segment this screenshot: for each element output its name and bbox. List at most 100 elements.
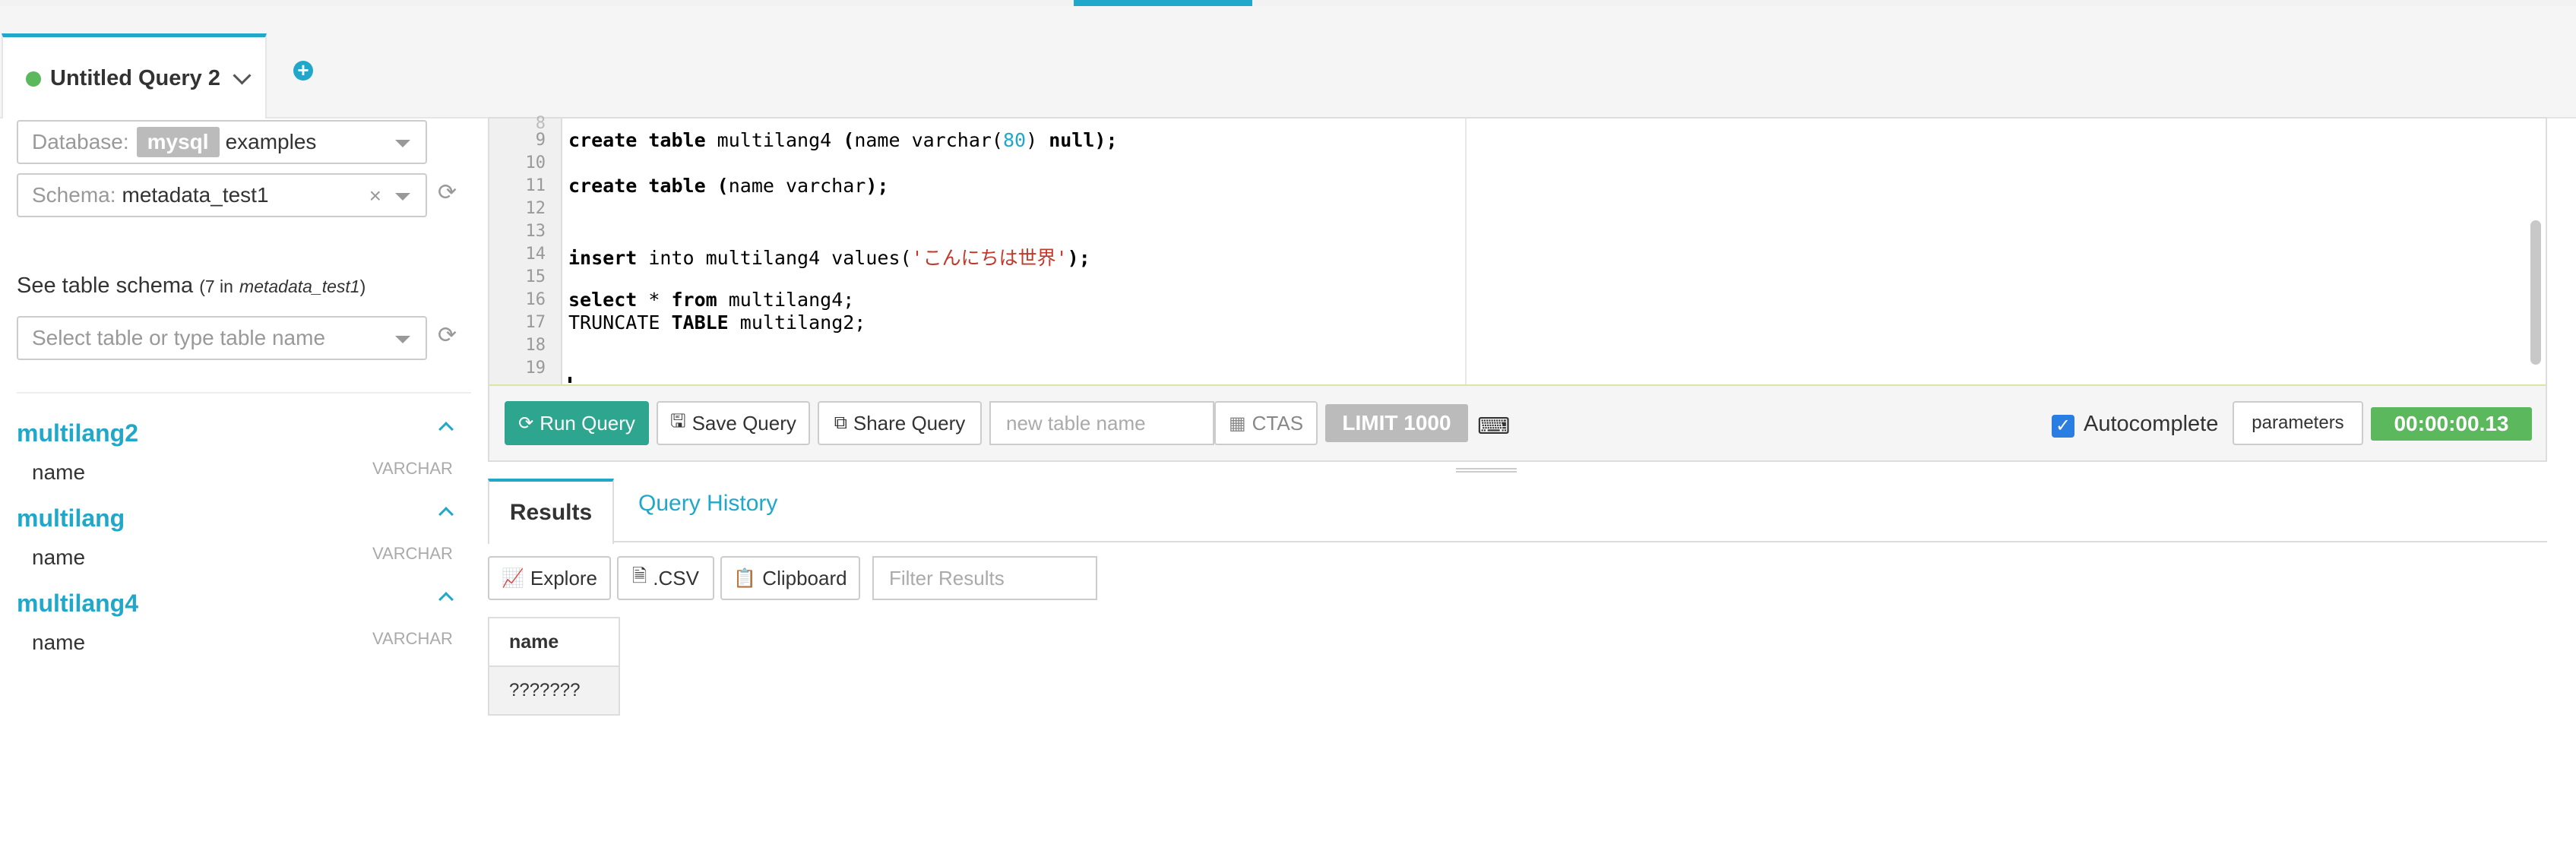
line-number: 10	[525, 153, 546, 172]
line-number-gutter: 8 9 10 11 12 13 14 15 16 17 18 19	[489, 114, 562, 384]
query-tab-bar	[0, 6, 2576, 119]
tab-results[interactable]: Results	[488, 479, 614, 544]
schema-select[interactable]: Schema: metadata_test1 ×	[17, 173, 427, 217]
clipboard-icon: 📋	[733, 567, 757, 589]
keyword: create table	[568, 129, 706, 151]
code-line-17: TRUNCATE TABLE multilang2;	[568, 311, 866, 334]
refresh-schema-icon[interactable]: ⟳	[438, 179, 457, 206]
numeric-literal: 80	[1002, 129, 1027, 151]
keyword: from	[671, 289, 717, 311]
see-table-schema-heading: See table schema (7 in metadata_test1)	[17, 273, 366, 299]
editor-scrollbar[interactable]	[2530, 220, 2541, 365]
explore-label: Explore	[530, 566, 598, 590]
share-query-label: Share Query	[853, 411, 966, 435]
table-select[interactable]: Select table or type table name	[17, 316, 427, 360]
keyword: select	[568, 289, 638, 311]
table-cell[interactable]: ???????	[488, 667, 620, 716]
keyword: );	[1067, 247, 1090, 269]
keyboard-icon[interactable]: ⌨	[1477, 413, 1510, 440]
code-text: multilang2;	[728, 311, 866, 334]
sidebar-divider	[17, 392, 471, 394]
autocomplete-checkbox[interactable]: ✓	[2052, 415, 2074, 438]
run-query-button[interactable]: ⟳ Run Query	[505, 401, 649, 445]
caret-down-icon	[395, 140, 410, 147]
schema-value: metadata_test1	[122, 183, 269, 207]
column-name: name	[32, 545, 86, 569]
refresh-tables-icon[interactable]: ⟳	[438, 322, 457, 349]
column-header-name[interactable]: name	[488, 617, 620, 667]
column-name: name	[32, 631, 86, 654]
share-query-button[interactable]: ⧉ Share Query	[818, 401, 982, 445]
code-text: TRUNCATE	[568, 311, 672, 334]
csv-button[interactable]: 🗎 .CSV	[617, 556, 714, 600]
string-literal: 'こんにちは世界'	[911, 247, 1068, 269]
ctas-button[interactable]: ▦ CTAS	[1214, 401, 1318, 445]
database-value: examples	[225, 130, 317, 153]
save-icon: 🖫	[670, 410, 686, 432]
csv-label: .CSV	[653, 566, 699, 590]
line-number: 14	[525, 245, 546, 264]
limit-dropdown[interactable]: LIMIT 1000	[1325, 404, 1468, 442]
code-line-14: insert into multilang4 values('こんにちは世界')…	[568, 243, 1090, 270]
keyword: insert	[568, 247, 638, 269]
code-text: *	[637, 289, 672, 311]
copy-icon: ⧉	[834, 413, 847, 433]
code-text: into multilang4 values(	[637, 247, 912, 269]
explore-button[interactable]: 📈 Explore	[488, 556, 611, 600]
table-icon: ▦	[1228, 413, 1246, 434]
run-query-label: Run Query	[540, 411, 635, 435]
table-name-multilang2[interactable]: multilang2	[17, 419, 138, 447]
line-number: 19	[525, 359, 546, 378]
column-type: VARCHAR	[372, 544, 453, 563]
line-number: 9	[535, 131, 546, 150]
column-type: VARCHAR	[372, 459, 453, 478]
database-label: Database:	[32, 130, 129, 153]
line-number: 16	[525, 290, 546, 309]
table-name-multilang4[interactable]: multilang4	[17, 590, 138, 618]
plus-circle-icon[interactable]: +	[293, 60, 313, 81]
resize-grip[interactable]	[1456, 468, 1517, 473]
caret-down-icon	[395, 336, 410, 343]
keyword: TABLE	[671, 311, 729, 334]
query-timer: 00:00:00.13	[2371, 407, 2532, 441]
tab-query-history[interactable]: Query History	[638, 491, 777, 517]
line-number: 13	[525, 222, 546, 241]
caret-down-icon	[395, 193, 410, 201]
chevron-down-icon[interactable]	[233, 66, 252, 85]
code-text: name varchar	[728, 175, 866, 197]
clipboard-button[interactable]: 📋 Clipboard	[720, 556, 860, 600]
filter-results-input[interactable]: Filter Results	[872, 556, 1097, 600]
clear-icon[interactable]: ×	[369, 184, 381, 208]
line-number: 18	[525, 336, 546, 355]
tab-label: Untitled Query 2	[50, 66, 220, 90]
database-engine-badge: mysql	[136, 127, 220, 157]
new-table-name-input[interactable]: new table name	[989, 401, 1214, 445]
table-select-placeholder: Select table or type table name	[32, 326, 326, 349]
chart-line-icon: 📈	[501, 567, 524, 589]
loading-indicator	[1074, 0, 1252, 6]
tab-untitled-query-2[interactable]: Untitled Query 2	[2, 33, 267, 120]
autocomplete-label: Autocomplete	[2084, 412, 2219, 436]
save-query-label: Save Query	[691, 411, 796, 435]
database-select[interactable]: Database: mysql examples	[17, 120, 427, 164]
see-schema-close: )	[359, 277, 366, 296]
parameters-button[interactable]: parameters	[2233, 401, 2363, 445]
code-line-11: create table (name varchar);	[568, 175, 888, 197]
left-sidebar	[0, 119, 479, 863]
schema-label: Schema:	[32, 183, 116, 207]
file-icon: 🗎	[632, 565, 647, 586]
see-schema-count: (7 in	[199, 277, 233, 296]
top-strip	[0, 0, 2576, 6]
ctas-label: CTAS	[1252, 411, 1304, 435]
refresh-icon: ⟳	[518, 413, 534, 434]
code-line-16: select * from multilang4;	[568, 289, 854, 311]
table-name-multilang[interactable]: multilang	[17, 504, 125, 533]
keyword: null);	[1049, 129, 1118, 151]
keyword: create table (	[568, 175, 729, 197]
status-dot-icon	[26, 71, 41, 87]
clipboard-label: Clipboard	[762, 566, 847, 590]
line-number: 11	[525, 176, 546, 195]
keyword: );	[866, 175, 889, 197]
save-query-button[interactable]: 🖫 Save Query	[657, 401, 810, 445]
results-tab-bar	[488, 479, 2547, 542]
